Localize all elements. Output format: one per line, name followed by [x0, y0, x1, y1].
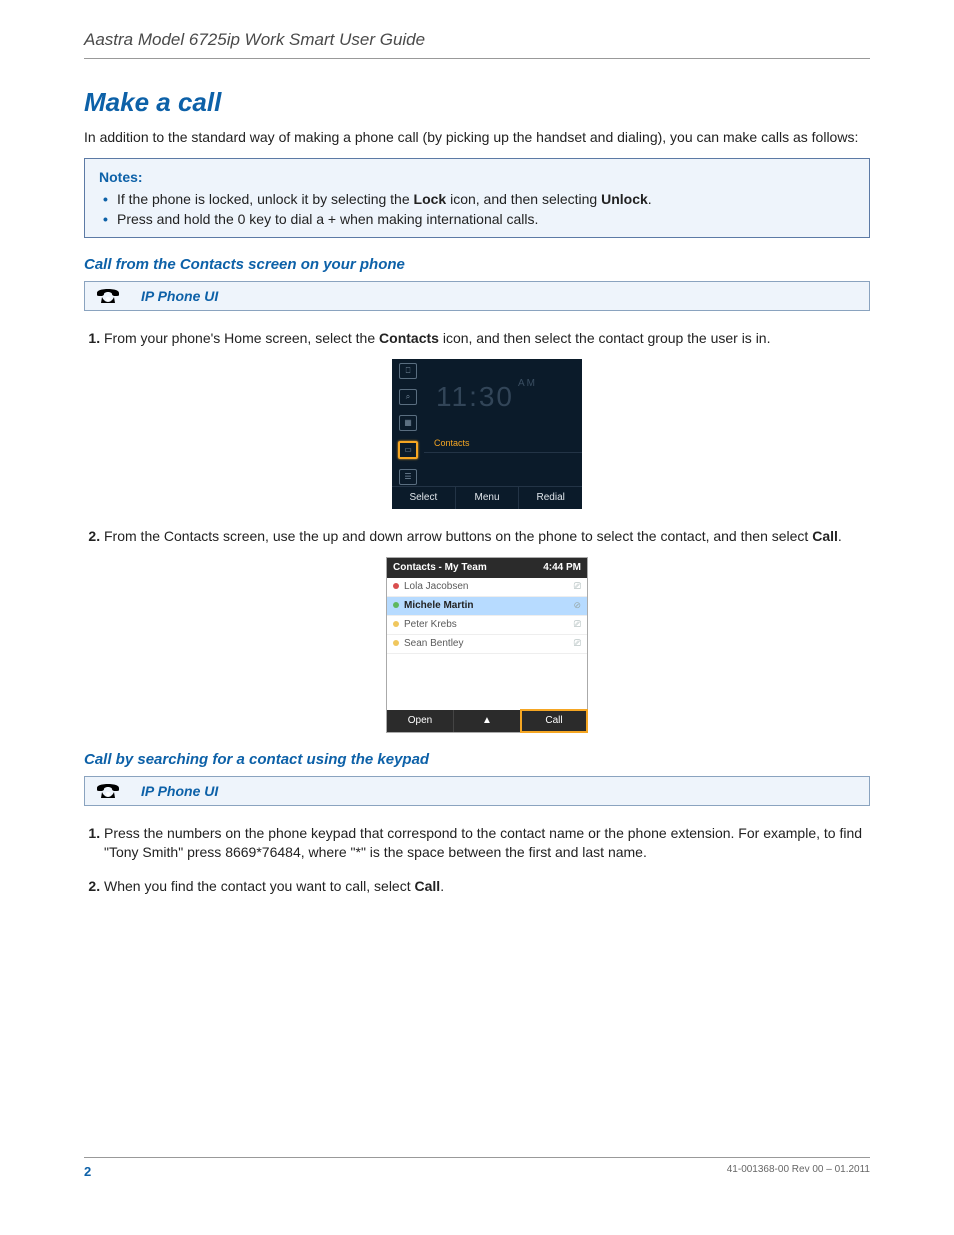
- note-item: Press and hold the 0 key to dial a + whe…: [117, 209, 855, 229]
- page-number: 2: [84, 1164, 91, 1179]
- phone-icon: [95, 287, 121, 305]
- contacts-titlebar: Contacts - My Team 4:44 PM: [387, 558, 587, 578]
- phone-icon: [95, 782, 121, 800]
- softkey-select: Select: [392, 487, 456, 509]
- page-footer: 2 41-001368-00 Rev 00 – 01.2011: [84, 1157, 870, 1179]
- softkey-bar: Open ▲ Call: [387, 710, 587, 732]
- ip-phone-ui-label: IP Phone UI: [141, 288, 218, 304]
- contact-row: Peter Krebs⎚: [387, 616, 587, 635]
- contact-row: Lola Jacobsen⎚: [387, 578, 587, 597]
- step: From the Contacts screen, use the up and…: [104, 527, 870, 733]
- note-item: If the phone is locked, unlock it by sel…: [117, 189, 855, 209]
- softkey-open: Open: [387, 710, 454, 732]
- notes-heading: Notes:: [99, 167, 855, 187]
- selected-icon-label: Contacts: [434, 437, 470, 450]
- ip-phone-ui-label: IP Phone UI: [141, 783, 218, 799]
- side-icon: ⌕: [399, 389, 417, 405]
- step: Press the numbers on the phone keypad th…: [104, 824, 870, 863]
- ip-phone-ui-bar: IP Phone UI: [84, 281, 870, 311]
- softkey-call: Call: [521, 710, 587, 732]
- clock: 11:30AM: [436, 377, 537, 416]
- contact-row: Sean Bentley⎚: [387, 635, 587, 654]
- softkey-up: ▲: [454, 710, 521, 732]
- phone-home-screenshot: ⎕ ⌕ ▦ ▭ ☰ 11:30AM Contacts Select Menu: [392, 359, 582, 509]
- steps-list-b: Press the numbers on the phone keypad th…: [84, 824, 870, 897]
- softkey-bar: Select Menu Redial: [392, 486, 582, 509]
- revision-string: 41-001368-00 Rev 00 – 01.2011: [727, 1164, 870, 1179]
- step: When you find the contact you want to ca…: [104, 877, 870, 897]
- ip-phone-ui-bar: IP Phone UI: [84, 776, 870, 806]
- steps-list-a: From your phone's Home screen, select th…: [84, 329, 870, 732]
- phone-contacts-screenshot: Contacts - My Team 4:44 PM Lola Jacobsen…: [386, 557, 588, 733]
- contact-row: Michele Martin⊘: [387, 597, 587, 616]
- page-title: Make a call: [84, 87, 870, 118]
- page: Aastra Model 6725ip Work Smart User Guid…: [0, 0, 954, 1235]
- softkey-menu: Menu: [456, 487, 520, 509]
- side-icon: ⎕: [399, 363, 417, 379]
- softkey-redial: Redial: [519, 487, 582, 509]
- notes-box: Notes: If the phone is locked, unlock it…: [84, 158, 870, 239]
- running-header: Aastra Model 6725ip Work Smart User Guid…: [84, 30, 870, 59]
- side-icon: ▦: [399, 415, 417, 431]
- intro-paragraph: In addition to the standard way of makin…: [84, 128, 870, 148]
- side-icon: ☰: [399, 469, 417, 485]
- step: From your phone's Home screen, select th…: [104, 329, 870, 509]
- subheading-contacts: Call from the Contacts screen on your ph…: [84, 256, 870, 273]
- subheading-keypad: Call by searching for a contact using th…: [84, 751, 870, 768]
- contacts-side-icon: ▭: [398, 441, 418, 459]
